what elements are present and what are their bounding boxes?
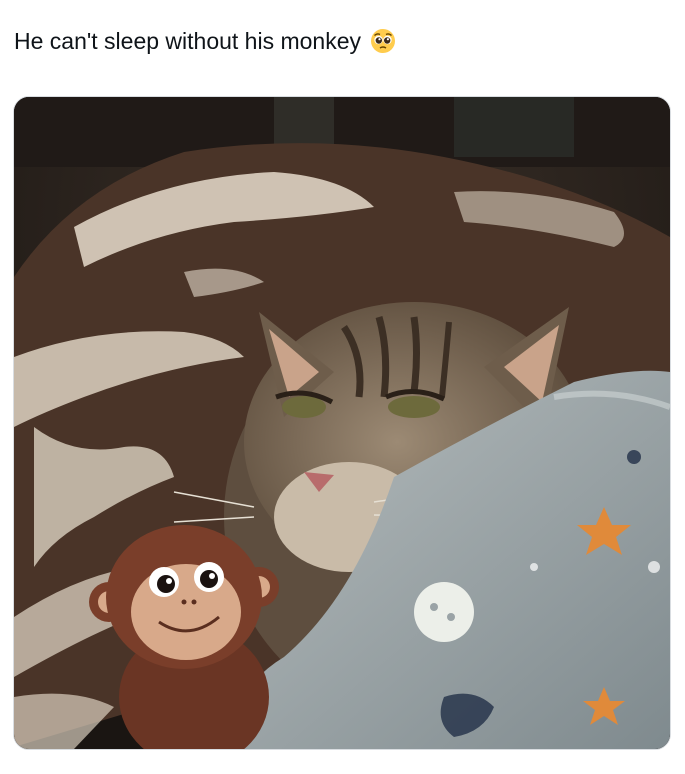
post-text: He can't sleep without his monkey [14,28,362,54]
cat-with-monkey-photo [14,97,670,749]
pleading-face-emoji-icon [369,27,397,55]
post-image[interactable] [13,96,671,750]
post-text-row: He can't sleep without his monkey [14,26,397,56]
